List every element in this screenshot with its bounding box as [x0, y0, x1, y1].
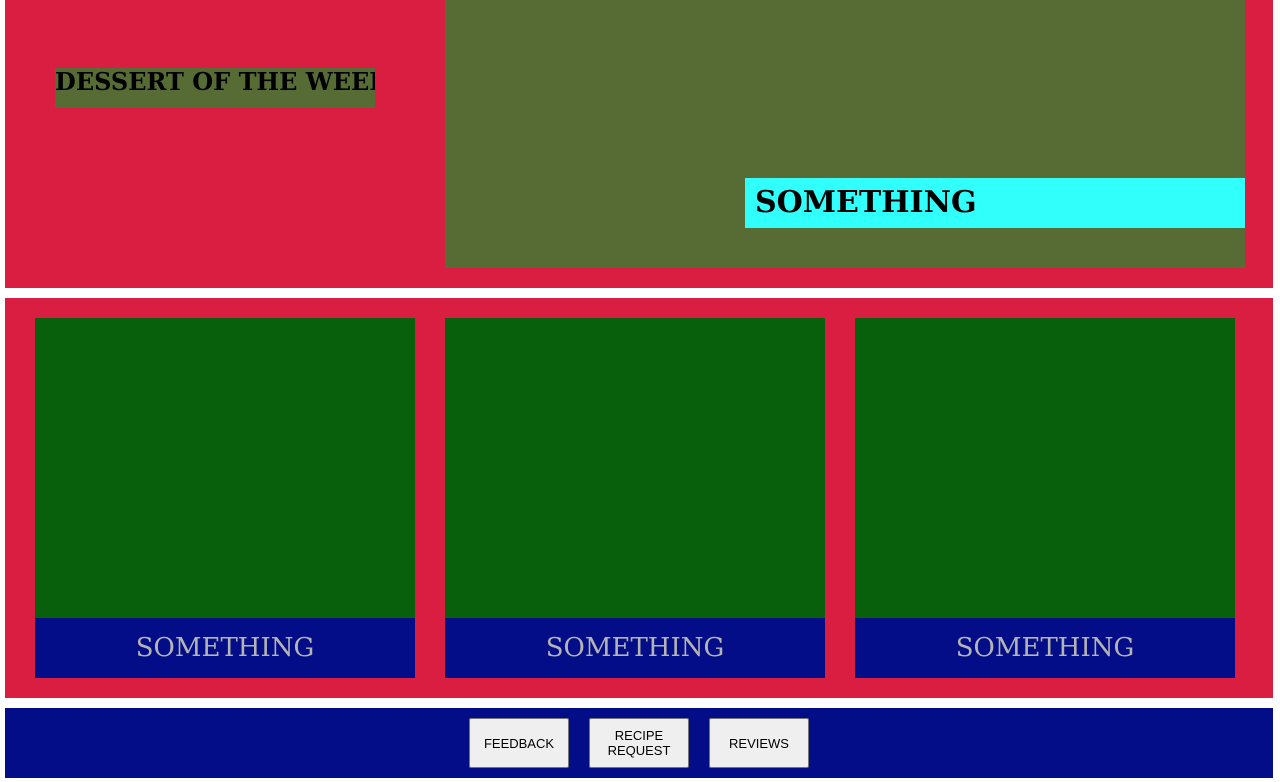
card-image [855, 318, 1235, 618]
dessert-card[interactable]: SOMETHING [445, 318, 825, 678]
footer-nav: FEEDBACK RECIPE REQUEST REVIEWS [5, 708, 1273, 778]
dessert-of-the-week-heading: DESSERT OF THE WEEK [55, 68, 375, 108]
dessert-cards-section: SOMETHING SOMETHING SOMETHING [5, 298, 1273, 698]
card-label: SOMETHING [855, 618, 1235, 678]
hero-caption: SOMETHING [745, 178, 1245, 228]
card-label: SOMETHING [35, 618, 415, 678]
recipe-request-button[interactable]: RECIPE REQUEST [589, 718, 689, 768]
hero-image: SOMETHING [445, 0, 1245, 268]
hero-section: DESSERT OF THE WEEK SOMETHING [5, 0, 1273, 288]
card-image [35, 318, 415, 618]
card-label: SOMETHING [445, 618, 825, 678]
dessert-card[interactable]: SOMETHING [855, 318, 1235, 678]
dessert-card[interactable]: SOMETHING [35, 318, 415, 678]
card-image [445, 318, 825, 618]
feedback-button[interactable]: FEEDBACK [469, 718, 569, 768]
reviews-button[interactable]: REVIEWS [709, 718, 809, 768]
